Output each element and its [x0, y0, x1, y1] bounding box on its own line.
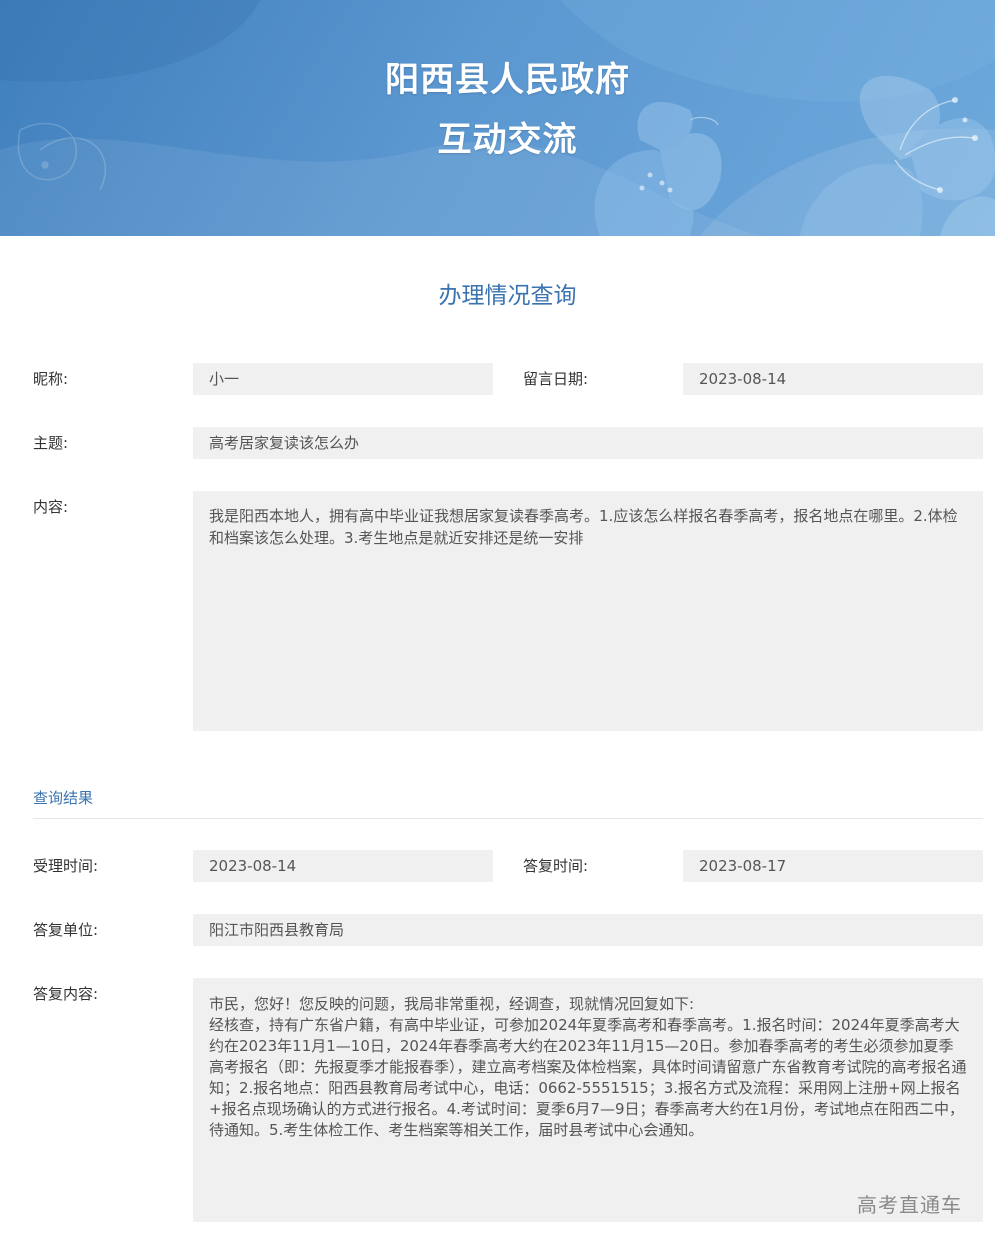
content-field: 我是阳西本地人，拥有高中毕业证我想居家复读春季高考。1.应该怎么样报名春季高考，… [193, 491, 983, 731]
reply-unit-label: 答复单位: [33, 914, 98, 946]
header-banner: 阳西县人民政府 互动交流 [0, 0, 995, 236]
accept-time-field: 2023-08-14 [193, 850, 493, 882]
site-subtitle: 互动交流 [0, 112, 995, 161]
watermark-text: 高考直通车 [857, 1189, 962, 1218]
reply-content-field: 市民，您好！您反映的问题，我局非常重视，经调查，现就情况回复如下: 经核查，持有… [193, 978, 983, 1222]
reply-time-field: 2023-08-17 [683, 850, 983, 882]
nickname-field: 小一 [193, 363, 493, 395]
message-date-label: 留言日期: [523, 363, 588, 395]
subject-field: 高考居家复读该怎么办 [193, 427, 983, 459]
nickname-label: 昵称: [33, 363, 68, 395]
section-divider [33, 818, 983, 819]
result-section-title: 查询结果 [33, 787, 93, 809]
reply-time-label: 答复时间: [523, 850, 588, 882]
reply-unit-field: 阳江市阳西县教育局 [193, 914, 983, 946]
message-date-field: 2023-08-14 [683, 363, 983, 395]
content-label: 内容: [33, 491, 68, 523]
page-title: 办理情况查询 [0, 276, 995, 310]
subject-label: 主题: [33, 427, 68, 459]
reply-content-label: 答复内容: [33, 978, 98, 1010]
accept-time-label: 受理时间: [33, 850, 98, 882]
site-title: 阳西县人民政府 [0, 52, 995, 101]
